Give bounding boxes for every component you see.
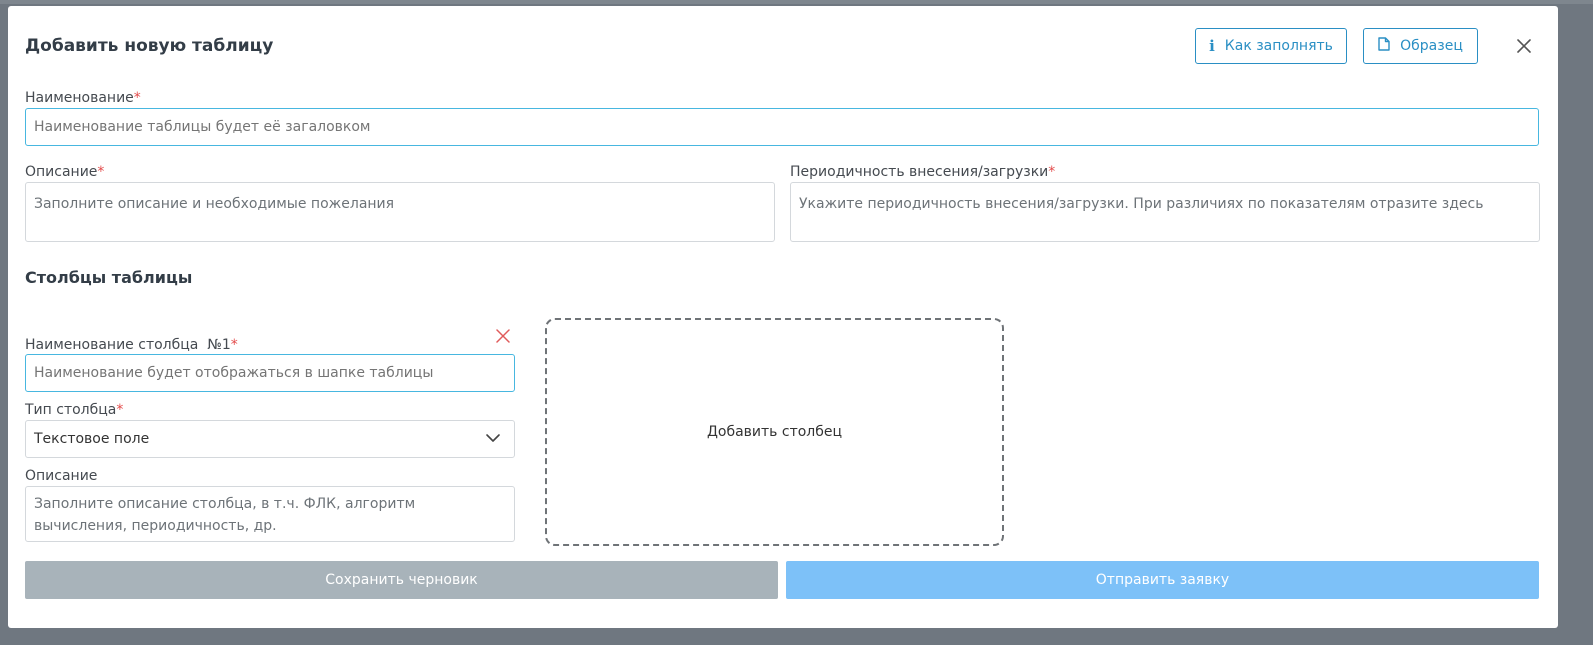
how-to-fill-button[interactable]: i Как заполнять [1195,28,1347,64]
sample-button[interactable]: Образец [1363,28,1478,64]
sample-label: Образец [1400,38,1463,54]
modal-backdrop [0,0,1593,4]
column-description-placeholder: Заполните описание столбца, в т.ч. ФЛК, … [34,496,416,534]
column-name-input[interactable] [25,354,515,392]
periodicity-field-label: Периодичность внесения/загрузки* [790,164,1056,180]
column-type-value: Текстовое поле [34,431,150,447]
column-description-label: Описание [25,468,98,484]
columns-section-title: Столбцы таблицы [25,268,193,287]
name-field-label: Наименование* [25,90,141,106]
periodicity-textarea[interactable]: Укажите периодичность внесения/загрузки.… [790,182,1540,242]
submit-request-button[interactable]: Отправить заявку [786,561,1539,599]
required-mark: * [97,164,105,180]
add-column-label: Добавить столбец [706,424,843,440]
required-mark: * [1048,164,1056,180]
column-name-label: Наименование столбца №1* [25,337,238,353]
close-button[interactable] [1512,34,1536,58]
close-icon [1517,39,1531,53]
column-type-select[interactable]: Текстовое поле [25,420,515,458]
table-name-input[interactable] [25,108,1539,146]
add-column-button[interactable]: Добавить столбец [545,318,1004,546]
delete-column-icon[interactable] [494,327,512,345]
column-description-textarea[interactable]: Заполните описание столбца, в т.ч. ФЛК, … [25,486,515,542]
how-to-fill-label: Как заполнять [1224,38,1333,54]
required-mark: * [230,337,238,353]
required-mark: * [133,90,141,106]
add-table-modal: Добавить новую таблицу i Как заполнять О… [8,6,1558,628]
save-draft-button[interactable]: Сохранить черновик [25,561,778,599]
required-mark: * [116,402,124,418]
info-icon: i [1209,37,1215,55]
description-field-label: Описание* [25,164,105,180]
modal-title: Добавить новую таблицу [25,36,274,56]
column-type-label: Тип столбца* [25,402,124,418]
chevron-down-icon [486,434,500,442]
description-textarea[interactable]: Заполните описание и необходимые пожелан… [25,182,775,242]
document-icon [1378,37,1390,55]
description-placeholder: Заполните описание и необходимые пожелан… [34,196,395,212]
periodicity-placeholder: Укажите периодичность внесения/загрузки.… [799,196,1484,212]
